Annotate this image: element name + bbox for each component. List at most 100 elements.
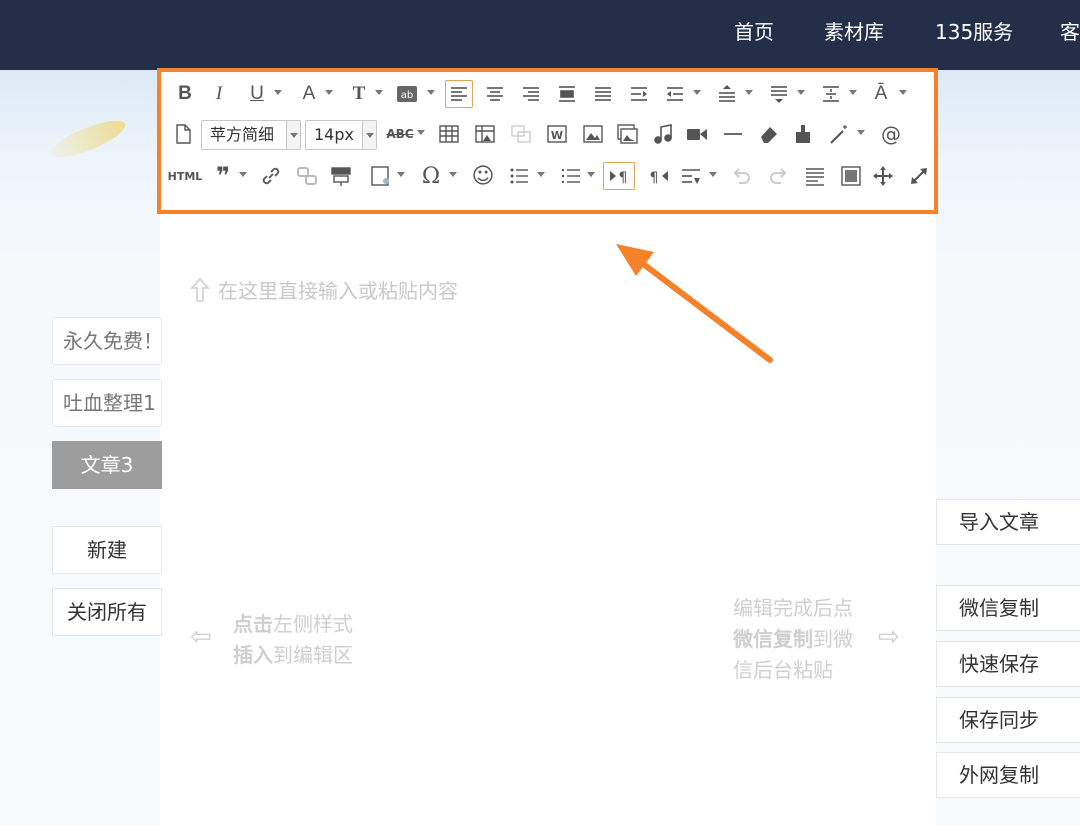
template-dropdown-icon[interactable] <box>397 172 405 177</box>
background-color-icon[interactable]: ab <box>393 80 421 108</box>
music-icon[interactable] <box>649 120 677 148</box>
font-color-dropdown-icon[interactable] <box>325 90 333 95</box>
svg-text:¶: ¶ <box>650 170 659 186</box>
unordered-list-icon[interactable] <box>557 162 585 190</box>
spacing-dropdown-icon[interactable] <box>849 90 857 95</box>
undo-icon[interactable] <box>727 162 755 190</box>
italic-icon[interactable]: I <box>205 80 233 108</box>
copy-format-icon[interactable] <box>507 120 535 148</box>
insert-row-icon[interactable] <box>677 162 705 190</box>
quick-save-button[interactable]: 快速保存 <box>936 641 1080 687</box>
font-family-select[interactable]: 苹方简细 <box>201 120 301 150</box>
toolbar-row-2: 苹方简细 14px ABC W @ <box>161 116 934 152</box>
background-color-dropdown-icon[interactable] <box>427 90 435 95</box>
close-all-button[interactable]: 关闭所有 <box>52 588 162 636</box>
redo-icon[interactable] <box>765 162 793 190</box>
image-icon[interactable] <box>579 120 607 148</box>
text-style-dropdown-icon[interactable] <box>375 90 383 95</box>
preview-icon[interactable] <box>837 162 865 190</box>
align-left-icon[interactable] <box>445 80 473 108</box>
at-mention-icon[interactable]: @ <box>877 120 905 148</box>
abc-dropdown-icon[interactable] <box>417 130 425 135</box>
align-justify-center-icon[interactable] <box>553 80 581 108</box>
left-arrow-icon: ⇦ <box>190 622 212 652</box>
paragraph-format-icon[interactable] <box>801 162 829 190</box>
letter-spacing-icon[interactable]: Ā <box>867 80 895 108</box>
fullscreen-icon[interactable] <box>905 162 933 190</box>
wechat-copy-button[interactable]: 微信复制 <box>936 585 1080 631</box>
save-sync-button[interactable]: 保存同步 <box>936 697 1080 743</box>
paragraph-spacing-icon[interactable] <box>765 80 793 108</box>
special-chars-icon[interactable]: Ω <box>417 162 445 190</box>
article-tab[interactable]: 文章3 <box>52 441 162 489</box>
indent-icon[interactable] <box>625 80 653 108</box>
special-chars-dropdown-icon[interactable] <box>449 172 457 177</box>
video-icon[interactable] <box>683 120 711 148</box>
underline-icon[interactable]: U <box>243 80 271 108</box>
align-right-icon[interactable] <box>517 80 545 108</box>
new-document-icon[interactable] <box>169 120 197 148</box>
blockquote-icon[interactable]: ❞ <box>209 162 237 190</box>
nav-customer[interactable]: 客 <box>1060 0 1080 70</box>
emoji-icon[interactable]: ☺ <box>469 162 497 190</box>
ordered-list-icon[interactable] <box>505 162 533 190</box>
new-button[interactable]: 新建 <box>52 526 162 574</box>
multi-image-icon[interactable] <box>613 120 641 148</box>
svg-text:ab: ab <box>401 90 413 101</box>
underline-dropdown-icon[interactable] <box>274 90 282 95</box>
line-height-dropdown-icon[interactable] <box>745 90 753 95</box>
placeholder-text: 在这里直接输入或粘贴内容 <box>218 279 458 303</box>
left-hint-bold-2: 插入 <box>233 643 273 667</box>
line-height-icon[interactable] <box>713 80 741 108</box>
move-icon[interactable] <box>869 162 897 190</box>
magic-wand-dropdown-icon[interactable] <box>857 130 865 135</box>
spacing-icon[interactable] <box>817 80 845 108</box>
unlink-icon[interactable] <box>293 162 321 190</box>
text-style-icon[interactable]: T <box>345 80 373 108</box>
bold-icon[interactable]: B <box>171 80 199 108</box>
rtl-direction-icon[interactable]: ¶ <box>643 162 675 190</box>
font-size-select[interactable]: 14px <box>305 120 377 150</box>
table-icon[interactable] <box>435 120 463 148</box>
left-hint-text-1: 左侧样式 <box>273 612 353 636</box>
right-hint-text-1: 编辑完成后点 <box>733 596 853 620</box>
article-title-input-2[interactable]: 吐血整理1 <box>52 379 162 427</box>
anchor-icon[interactable] <box>327 162 355 190</box>
nav-135-service[interactable]: 135服务 <box>935 0 1013 70</box>
nav-material-library[interactable]: 素材库 <box>824 0 884 70</box>
unordered-list-dropdown-icon[interactable] <box>587 172 595 177</box>
toolbar-row-3: HTML ❞ Ω ☺ ¶ ¶ <box>161 158 934 194</box>
right-hint-bold: 微信复制 <box>733 627 813 651</box>
format-brush-icon[interactable] <box>789 120 817 148</box>
blockquote-dropdown-icon[interactable] <box>239 172 247 177</box>
letter-spacing-dropdown-icon[interactable] <box>899 90 907 95</box>
left-hint-bold-1: 点击 <box>233 612 273 636</box>
article-title-input-1[interactable]: 永久免费！ <box>52 317 162 365</box>
magic-wand-icon[interactable] <box>825 120 853 148</box>
html-source-icon[interactable]: HTML <box>167 162 203 190</box>
insert-row-dropdown-icon[interactable] <box>709 172 717 177</box>
ordered-list-dropdown-icon[interactable] <box>537 172 545 177</box>
strikethrough-abc-icon[interactable]: ABC <box>383 120 417 148</box>
link-icon[interactable] <box>257 162 285 190</box>
horizontal-rule-icon[interactable] <box>719 120 747 148</box>
ltr-direction-icon[interactable]: ¶ <box>603 162 635 190</box>
import-article-button[interactable]: 导入文章 <box>936 499 1080 545</box>
nav-home[interactable]: 首页 <box>734 0 774 70</box>
right-arrow-icon: ⇨ <box>878 622 900 652</box>
right-hint: 编辑完成后点 微信复制到微 信后台粘贴 <box>733 593 853 686</box>
outdent-icon[interactable] <box>661 80 689 108</box>
word-import-icon[interactable]: W <box>543 120 571 148</box>
indent-dropdown-icon[interactable] <box>693 90 701 95</box>
template-icon[interactable] <box>367 162 395 190</box>
external-copy-button[interactable]: 外网复制 <box>936 752 1080 798</box>
callout-arrow-icon <box>616 244 773 363</box>
align-justify-icon[interactable] <box>589 80 617 108</box>
align-center-icon[interactable] <box>481 80 509 108</box>
editor-placeholder: 在这里直接输入或粘贴内容 <box>190 275 458 304</box>
image-grid-icon[interactable] <box>471 120 499 148</box>
left-hint-text-2: 到编辑区 <box>273 643 353 667</box>
font-color-icon[interactable]: A <box>295 80 323 108</box>
paragraph-spacing-dropdown-icon[interactable] <box>797 90 805 95</box>
eraser-icon[interactable] <box>755 120 783 148</box>
